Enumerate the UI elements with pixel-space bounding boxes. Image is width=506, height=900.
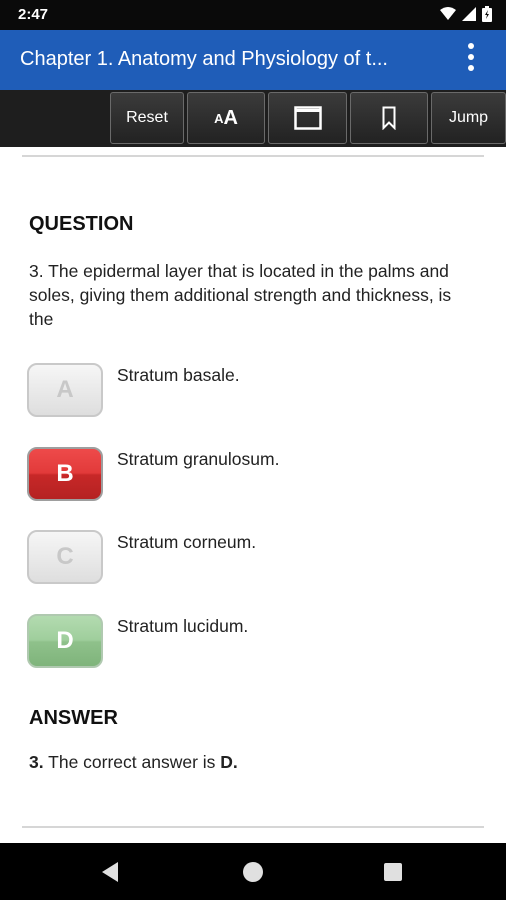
divider-bottom: [22, 826, 484, 828]
question-heading: QUESTION: [29, 213, 134, 235]
answer-letter: D.: [220, 752, 238, 772]
window-icon: [293, 106, 322, 130]
reset-button[interactable]: Reset: [110, 92, 184, 144]
wifi-icon: [440, 7, 456, 20]
status-time: 2:47: [18, 6, 49, 23]
font-big-label: A: [223, 106, 238, 129]
question-text: 3. The epidermal layer that is located i…: [29, 261, 452, 329]
recents-icon[interactable]: [384, 863, 402, 881]
back-icon[interactable]: [100, 861, 120, 883]
option-d-text: Stratum lucidum.: [117, 616, 249, 636]
font-size-button[interactable]: AA: [187, 92, 265, 144]
toolbar: Reset AA Jump: [0, 90, 506, 147]
bookmark-icon: [382, 106, 396, 130]
status-bar: 2:47: [0, 0, 506, 30]
status-icons: [440, 6, 492, 22]
answer-sentence: The correct answer is: [43, 752, 221, 772]
app-title: Chapter 1. Anatomy and Physiology of t..…: [20, 48, 388, 70]
signal-icon: [462, 7, 476, 21]
divider-top: [22, 155, 484, 157]
home-icon[interactable]: [243, 862, 263, 882]
font-small-label: A: [214, 110, 224, 126]
window-button[interactable]: [268, 92, 347, 144]
option-b-button[interactable]: B: [27, 447, 103, 501]
answer-number: 3.: [29, 752, 44, 772]
navigation-bar: [0, 843, 506, 900]
battery-icon: [482, 6, 492, 22]
answer-heading: ANSWER: [29, 707, 118, 729]
more-vert-icon[interactable]: [464, 43, 478, 77]
option-b-text: Stratum granulosum.: [117, 449, 280, 469]
option-d-button[interactable]: D: [27, 614, 103, 668]
option-a-button[interactable]: A: [27, 363, 103, 417]
bookmark-button[interactable]: [350, 92, 428, 144]
jump-button[interactable]: Jump: [431, 92, 506, 144]
app-bar: Chapter 1. Anatomy and Physiology of t..…: [0, 30, 506, 90]
option-c-text: Stratum corneum.: [117, 532, 257, 552]
option-a-text: Stratum basale.: [117, 365, 240, 385]
answer-text: 3. The correct answer is D.: [29, 752, 238, 773]
option-c-button[interactable]: C: [27, 530, 103, 584]
